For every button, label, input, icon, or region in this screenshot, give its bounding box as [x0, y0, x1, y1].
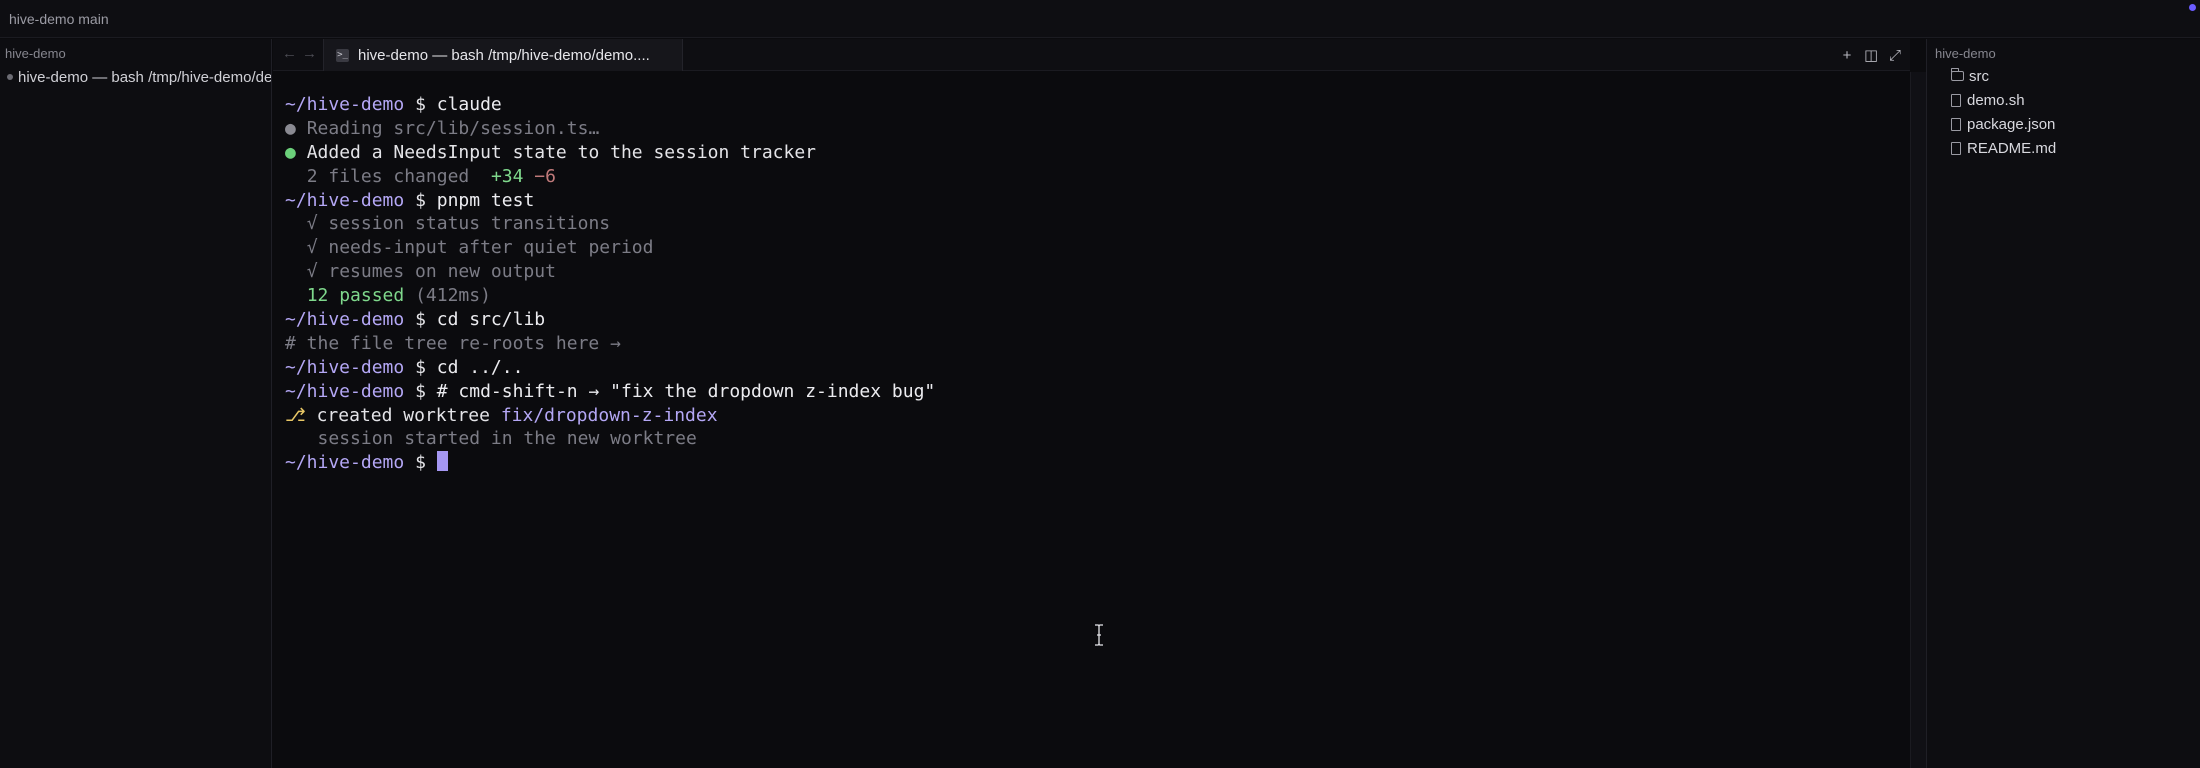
- prompt-symbol: $: [415, 94, 426, 115]
- terminal-line: ~/hive-demo $ claude: [285, 93, 1910, 117]
- file-tree-item-demo-sh[interactable]: demo.sh: [1951, 89, 2025, 111]
- prompt-path: ~/hive-demo: [285, 309, 405, 331]
- branch-icon: ⎇: [285, 404, 306, 426]
- file-tree-sidebar: hive-demo src demo.sh package.json READM…: [1926, 39, 2200, 768]
- prompt-symbol: $: [415, 356, 426, 378]
- file-tree-header: hive-demo: [1935, 46, 1996, 61]
- prompt-path: ~/hive-demo: [285, 189, 405, 211]
- bullet-icon: ●: [285, 117, 296, 139]
- terminal-line: 12 passed (412ms): [285, 284, 1910, 308]
- file-tree-item-src[interactable]: src: [1951, 65, 1989, 87]
- terminal-line: √ resumes on new output: [285, 260, 1910, 284]
- terminal-line: session started in the new worktree: [285, 427, 1910, 451]
- prompt-symbol: $: [415, 380, 426, 402]
- forward-arrow-icon[interactable]: →: [302, 45, 317, 62]
- command: pnpm test: [436, 189, 535, 211]
- terminal-output[interactable]: ~/hive-demo $ claude ● Reading src/lib/s…: [273, 72, 1910, 768]
- file-tree-item-package-json[interactable]: package.json: [1951, 113, 2055, 135]
- command: # cmd-shift-n → "fix the dropdown z-inde…: [436, 380, 936, 402]
- output-text: √ session status transitions: [306, 213, 611, 235]
- passed-count: 12 passed: [306, 285, 405, 307]
- terminal-line: ⎇ created worktree fix/dropdown-z-index: [285, 404, 1910, 428]
- text-cursor-icon: [1095, 624, 1103, 646]
- file-icon: [1951, 93, 1961, 107]
- output-text: Added a NeedsInput state to the session …: [306, 141, 817, 163]
- terminal-line: # the file tree re-roots here →: [285, 332, 1910, 356]
- tab-label: hive-demo — bash /tmp/hive-demo/demo....: [358, 46, 650, 64]
- file-name: package.json: [1967, 115, 2056, 133]
- session-status-dot: [7, 74, 13, 80]
- folder-icon: [1951, 68, 1964, 81]
- plus-icon[interactable]: +: [1840, 47, 1854, 64]
- prompt-path: ~/hive-demo: [285, 380, 405, 402]
- sessions-header: hive-demo: [5, 46, 66, 61]
- prompt-symbol: $: [415, 309, 426, 331]
- prompt-path: ~/hive-demo: [285, 94, 405, 115]
- output-text: session started in the new worktree: [317, 428, 697, 450]
- terminal-line: √ needs-input after quiet period: [285, 236, 1910, 260]
- bullet-icon: ●: [285, 141, 296, 163]
- terminal-line: √ session status transitions: [285, 212, 1910, 236]
- terminal-line: ● Added a NeedsInput state to the sessio…: [285, 141, 1910, 165]
- tab-terminal[interactable]: >_ hive-demo — bash /tmp/hive-demo/demo.…: [323, 39, 683, 71]
- prompt-symbol: $: [415, 189, 426, 211]
- prompt-symbol: $: [415, 452, 426, 474]
- file-name: src: [1969, 67, 1989, 85]
- command: claude: [436, 94, 502, 115]
- terminal-line: ~/hive-demo $ pnpm test: [285, 189, 1910, 213]
- terminal-line: ~/hive-demo $ cd ../..: [285, 356, 1910, 380]
- terminal-scrollbar[interactable]: [1910, 72, 1926, 768]
- session-item[interactable]: hive-demo — bash /tmp/hive-demo/demo.sh: [6, 65, 272, 89]
- file-icon: [1951, 117, 1961, 131]
- terminal-line: ~/hive-demo $ # cmd-shift-n → "fix the d…: [285, 380, 1910, 404]
- file-name: demo.sh: [1967, 91, 2025, 109]
- command: cd src/lib: [436, 309, 546, 331]
- split-pane-icon[interactable]: ◫: [1864, 46, 1878, 64]
- session-label: hive-demo — bash /tmp/hive-demo/demo.sh: [18, 68, 272, 86]
- tab-bar: ← → >_ hive-demo — bash /tmp/hive-demo/d…: [273, 39, 1910, 71]
- file-tree-item-readme[interactable]: README.md: [1951, 137, 2056, 159]
- terminal-line: ~/hive-demo $ cd src/lib: [285, 308, 1910, 332]
- terminal-icon: >_: [336, 48, 349, 62]
- terminal-line: ● Reading src/lib/session.ts…: [285, 117, 1910, 141]
- status-dot: [2189, 4, 2196, 11]
- file-name: README.md: [1967, 139, 2057, 157]
- test-duration: (412ms): [415, 285, 491, 307]
- deletions-count: −6: [534, 165, 556, 187]
- comment-text: # the file tree re-roots here →: [285, 332, 621, 354]
- terminal-cursor: [436, 451, 448, 472]
- additions-count: +34: [490, 165, 524, 187]
- output-text: created worktree: [316, 404, 490, 426]
- terminal-line: 2 files changed +34 −6: [285, 165, 1910, 189]
- output-text: Reading src/lib/session.ts…: [306, 117, 600, 139]
- prompt-path: ~/hive-demo: [285, 356, 405, 378]
- back-arrow-icon[interactable]: ←: [282, 45, 297, 62]
- expand-icon[interactable]: ⤢: [1888, 47, 1902, 64]
- output-text: 2 files changed: [306, 165, 470, 187]
- file-icon: [1951, 141, 1961, 155]
- title-bar: hive-demo main: [0, 0, 2200, 38]
- output-text: √ needs-input after quiet period: [306, 237, 654, 259]
- window-title: hive-demo main: [9, 11, 109, 27]
- prompt-path: ~/hive-demo: [285, 452, 405, 474]
- sessions-sidebar: hive-demo hive-demo — bash /tmp/hive-dem…: [0, 39, 272, 768]
- command: cd ../..: [436, 356, 524, 378]
- tab-actions: + ◫ ⤢: [1840, 39, 1902, 71]
- output-text: √ resumes on new output: [306, 261, 556, 283]
- branch-name: fix/dropdown-z-index: [500, 404, 718, 426]
- terminal-line: ~/hive-demo $: [285, 451, 1910, 475]
